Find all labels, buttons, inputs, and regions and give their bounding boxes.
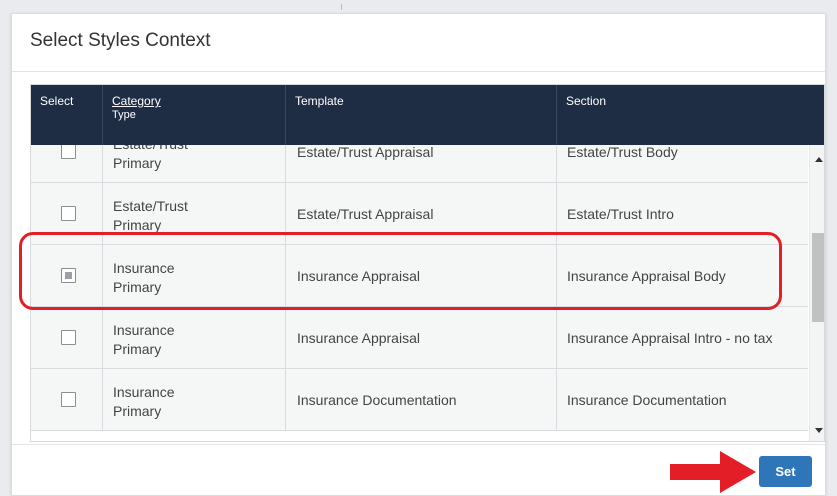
triangle-up-icon[interactable] xyxy=(815,157,823,162)
type-text: Primary xyxy=(113,155,162,171)
triangle-down-icon[interactable] xyxy=(815,428,823,433)
template-cell: Insurance Appraisal xyxy=(286,245,557,307)
category-text: Estate/Trust xyxy=(113,145,285,154)
section-cell: Insurance Appraisal Body xyxy=(567,268,726,284)
category-text: Insurance xyxy=(113,384,175,400)
section-cell: Insurance Documentation xyxy=(567,392,727,408)
template-cell: Estate/Trust Appraisal xyxy=(286,145,557,183)
type-text: Primary xyxy=(113,217,162,233)
section-cell: Insurance Appraisal Intro - no tax xyxy=(567,330,773,346)
category-text: Insurance xyxy=(113,322,175,338)
dialog-title: Select Styles Context xyxy=(30,30,211,51)
category-text: Insurance xyxy=(113,260,175,276)
category-type-cell: Estate/Trust Primary xyxy=(103,145,286,183)
type-text: Primary xyxy=(113,403,162,419)
grid-rows: Estate/Trust Primary Estate/Trust Apprai… xyxy=(31,145,808,431)
header-category-label[interactable]: Category xyxy=(112,94,161,108)
header-select: Select xyxy=(31,85,103,145)
type-text: Primary xyxy=(113,279,162,295)
table-row-selected[interactable]: Insurance Primary Insurance Appraisal In… xyxy=(31,245,808,307)
row-checkbox[interactable] xyxy=(61,330,76,345)
type-text: Primary xyxy=(113,341,162,357)
grid-scrollbar[interactable] xyxy=(809,145,824,441)
scrollbar-thumb[interactable] xyxy=(812,233,824,322)
category-type-cell: Insurance Primary xyxy=(103,307,286,369)
header-category-type[interactable]: Category Type xyxy=(103,85,286,145)
header-section: Section xyxy=(557,85,824,145)
category-type-cell: Insurance Primary xyxy=(103,369,286,431)
section-cell: Estate/Trust Intro xyxy=(567,206,674,222)
category-type-cell: Insurance Primary xyxy=(103,245,286,307)
row-checkbox-checked[interactable] xyxy=(61,268,76,283)
set-button[interactable]: Set xyxy=(759,456,812,487)
header-section-label: Section xyxy=(566,94,607,108)
row-checkbox[interactable] xyxy=(61,392,76,407)
title-divider xyxy=(12,71,825,72)
footer-divider xyxy=(12,444,825,445)
red-arrow-icon xyxy=(670,451,756,493)
select-cell xyxy=(31,245,103,307)
select-cell xyxy=(31,183,103,245)
table-row[interactable]: Insurance Primary Insurance Appraisal In… xyxy=(31,307,808,369)
row-checkbox[interactable] xyxy=(61,206,76,221)
styles-context-grid: Select Category Type Template Section Pr… xyxy=(30,84,825,442)
select-cell xyxy=(31,369,103,431)
table-row[interactable]: Insurance Primary Insurance Documentatio… xyxy=(31,369,808,431)
resize-tick xyxy=(341,4,342,10)
header-template: Template xyxy=(286,85,557,145)
category-text: Estate/Trust xyxy=(113,198,188,214)
header-select-label: Select xyxy=(40,94,74,108)
table-row[interactable]: Estate/Trust Primary Estate/Trust Apprai… xyxy=(31,183,808,245)
category-type-cell: Estate/Trust Primary xyxy=(103,183,286,245)
select-cell xyxy=(31,145,103,183)
grid-body: Estate/Trust Primary Estate/Trust Apprai… xyxy=(31,145,824,441)
header-template-label: Template xyxy=(295,94,344,108)
select-cell xyxy=(31,307,103,369)
row-checkbox[interactable] xyxy=(61,145,76,159)
section-cell: Estate/Trust Body xyxy=(567,145,678,160)
select-styles-context-dialog: Select Styles Context Select Category Ty… xyxy=(11,13,826,496)
template-cell: Estate/Trust Appraisal xyxy=(286,183,557,245)
header-type-label: Type xyxy=(112,109,136,121)
grid-header: Select Category Type Template Section xyxy=(31,85,824,145)
template-cell: Insurance Documentation xyxy=(286,369,557,431)
table-row[interactable]: Estate/Trust Primary Estate/Trust Apprai… xyxy=(31,145,808,183)
template-cell: Insurance Appraisal xyxy=(286,307,557,369)
